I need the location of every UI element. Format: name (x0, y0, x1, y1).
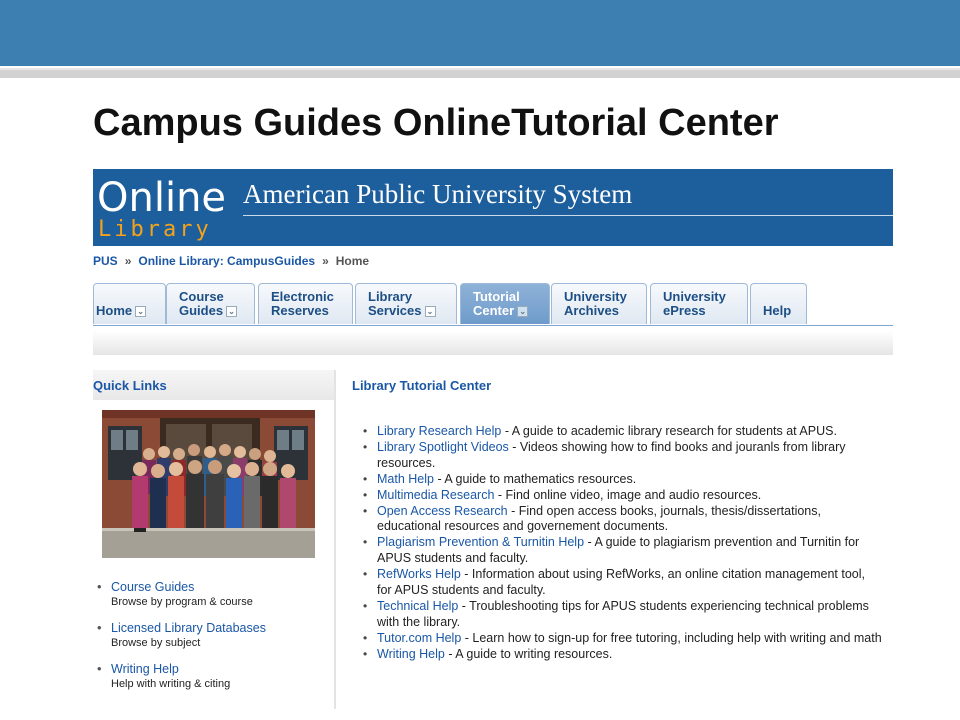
resource-description: - Find online video, image and audio res… (494, 487, 762, 502)
dropdown-arrow-icon[interactable]: ⌄ (135, 306, 147, 318)
list-item: • Plagiarism Prevention & Turnitin Help -… (363, 535, 883, 567)
sidebar-header: Quick Links (93, 370, 336, 400)
list-item: • RefWorks Help - Information about using… (363, 567, 883, 599)
main-heading: Library Tutorial Center (352, 378, 492, 393)
sidebar-border (334, 370, 336, 709)
slide-header-rule (0, 68, 960, 78)
resource-description: - A guide to mathematics resources. (433, 471, 637, 486)
tab-course-guides[interactable]: Course Guides ⌄ (166, 283, 255, 324)
dropdown-arrow-icon[interactable]: ⌄ (517, 306, 529, 318)
bullet-icon: • (363, 567, 368, 582)
breadcrumb-separator: » (322, 254, 329, 268)
resource-link[interactable]: Plagiarism Prevention & Turnitin Help (377, 535, 584, 549)
tab-electronic-reserves[interactable]: Electronic Reserves (258, 283, 353, 324)
resource-link[interactable]: Tutor.com Help (377, 631, 461, 645)
quick-link-description: Help with writing & citing (111, 678, 231, 690)
bullet-icon: • (363, 424, 368, 438)
tab-library-services[interactable]: Library Services ⌄ (355, 283, 457, 324)
tab-help[interactable]: Help (750, 283, 807, 324)
group-photo-illustration (102, 410, 315, 558)
resource-link[interactable]: Math Help (377, 472, 434, 486)
tab-label: Help (763, 303, 792, 318)
tab-label: Reserves (271, 303, 329, 318)
sidebar-heading: Quick Links (93, 378, 167, 393)
bullet-icon: • (363, 535, 368, 550)
tab-label: Course (179, 289, 224, 304)
tab-home[interactable]: Home ⌄ (93, 283, 166, 324)
tab-label: Archives (564, 303, 619, 318)
tab-label: Guides (179, 303, 224, 318)
dropdown-arrow-icon[interactable]: ⌄ (226, 306, 238, 318)
quick-link-description: Browse by program & course (111, 596, 253, 608)
breadcrumb: PUS » Online Library: CampusGuides » Home (93, 254, 369, 268)
logo-library-text[interactable]: Library (98, 217, 212, 242)
resource-description: - A guide to academic library research f… (501, 424, 837, 438)
breadcrumb-separator: » (124, 254, 132, 268)
slide-title: Campus Guides OnlineTutorial Center (93, 102, 779, 144)
list-item: • Open Access Research - Find open access… (363, 504, 883, 536)
resource-link[interactable]: Multimedia Research (377, 488, 494, 502)
content-header-band (93, 331, 893, 355)
tab-label: University (663, 289, 726, 304)
bullet-icon: • (363, 471, 368, 486)
site-banner: Online Library American Public Universit… (93, 169, 893, 246)
resource-link[interactable]: Library Research Help (377, 424, 501, 438)
list-item: • Writing Help - A guide to writing resou… (363, 647, 883, 663)
resource-description: - Learn how to sign-up for free tutoring… (461, 630, 882, 645)
bullet-icon: • (97, 661, 102, 676)
breadcrumb-item-online-library[interactable]: Online Library: CampusGuides (138, 254, 315, 268)
site-title: American Public University System (243, 179, 633, 209)
breadcrumb-item-apus[interactable]: PUS (93, 254, 118, 268)
logo-online-text[interactable]: Online (97, 175, 226, 221)
quick-link-item: • Course Guides Browse by program & cour… (97, 579, 332, 608)
tab-university-archives[interactable]: University Archives (551, 283, 647, 324)
list-item: • Math Help - A guide to mathematics reso… (363, 472, 883, 488)
bullet-icon: • (363, 646, 368, 661)
nav-tabs: Home ⌄ Course Guides ⌄ Electronic Reserves L… (93, 283, 893, 326)
bullet-icon: • (363, 439, 368, 454)
list-item: • Library Spotlight Videos - Videos showi… (363, 440, 883, 472)
bullet-icon: • (363, 487, 368, 502)
bullet-icon: • (363, 598, 368, 613)
list-item: • Multimedia Research - Find online video… (363, 488, 883, 504)
tab-tutorial-center[interactable]: Tutorial Center ⌄ (460, 283, 550, 324)
resource-link[interactable]: Writing Help (377, 647, 445, 661)
list-item: • Technical Help - Troubleshooting tips f… (363, 599, 883, 631)
library-screenshot: Online Library American Public Universit… (93, 169, 893, 709)
quick-link-description: Browse by subject (111, 637, 201, 649)
breadcrumb-item-home: Home (335, 254, 370, 268)
tab-label: ePress (663, 303, 706, 318)
banner-divider (243, 215, 893, 216)
tab-label: Home (96, 303, 133, 318)
slide-header-bar (0, 0, 960, 66)
resource-description: - A guide to writing resources. (444, 646, 613, 661)
bullet-icon: • (97, 620, 102, 635)
quick-link-item: • Licensed Library Databases Browse by s… (97, 620, 332, 649)
resource-link[interactable]: Library Spotlight Videos (377, 440, 509, 454)
quick-link-course-guides[interactable]: Course Guides (111, 580, 332, 594)
tab-label: Center (473, 303, 515, 318)
quick-links-sidebar: Quick Links • Course Guides Browse by pr… (93, 370, 336, 709)
tab-label: University (564, 289, 627, 304)
resource-link[interactable]: Technical Help (377, 599, 458, 613)
tutorial-resource-list: • Library Research Help - A guide to acad… (363, 424, 883, 663)
tab-label: Tutorial (473, 289, 520, 304)
quick-link-writing-help[interactable]: Writing Help (111, 662, 332, 676)
tab-label: Services (368, 303, 422, 318)
quick-link-item: • Writing Help Help with writing & citin… (97, 661, 332, 690)
list-item: • Tutor.com Help - Learn how to sign-up f… (363, 631, 883, 647)
tab-university-epress[interactable]: University ePress (650, 283, 748, 324)
tab-label: Library (368, 289, 413, 304)
resource-link[interactable]: RefWorks Help (377, 567, 461, 581)
bullet-icon: • (97, 579, 102, 594)
resource-link[interactable]: Open Access Research (377, 504, 508, 518)
tab-label: Electronic (271, 289, 334, 304)
bullet-icon: • (363, 503, 368, 518)
staff-group-photo (102, 410, 315, 558)
bullet-icon: • (363, 630, 368, 645)
list-item: • Library Research Help - A guide to acad… (363, 424, 883, 440)
quick-links-list: • Course Guides Browse by program & cour… (97, 579, 332, 703)
quick-link-licensed-databases[interactable]: Licensed Library Databases (111, 621, 332, 635)
dropdown-arrow-icon[interactable]: ⌄ (424, 306, 436, 318)
